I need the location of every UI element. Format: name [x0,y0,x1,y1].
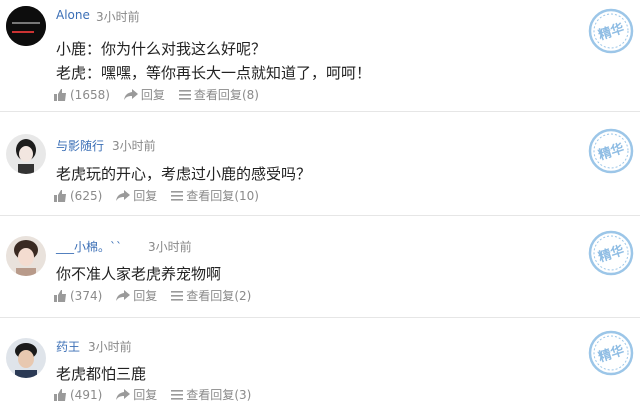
avatar-image [6,338,46,378]
share-arrow-icon [116,389,131,400]
thumbs-up-icon [54,289,66,302]
avatar-image [6,6,46,46]
username[interactable]: Alone [56,8,90,22]
comment-item: 药王 3小时前 老虎都怕三鹿 (491) 回复 查看回复 (3) 精华 [0,328,640,403]
view-replies-label: 查看回复 [186,289,235,303]
comment-actions: (374) 回复 查看回复 (2) [54,287,265,304]
thumbs-up-icon [54,388,66,401]
timestamp: 3小时前 [148,240,192,254]
comment-item: Alone 3小时前 小鹿：你为什么对我这么好呢？ 老虎：嘿嘿，等你再长大一点就… [0,0,640,112]
thumbs-up-icon [54,189,66,202]
featured-badge-icon: 精华 [588,8,634,54]
like-count: (625) [70,188,103,203]
timestamp: 3小时前 [112,139,156,153]
featured-badge-label: 精华 [596,20,626,43]
view-replies-button[interactable]: 查看回复 (2) [171,287,251,304]
share-arrow-icon [123,89,138,100]
like-count: (1658) [70,87,110,102]
reply-count: (3) [234,387,252,402]
avatar[interactable] [6,134,46,174]
view-replies-button[interactable]: 查看回复 (10) [171,187,259,204]
view-replies-label: 查看回复 [186,189,235,203]
comment-actions: (625) 回复 查看回复 (10) [54,187,273,204]
featured-badge-icon: 精华 [588,128,634,174]
reply-label: 回复 [133,189,158,203]
reply-count: (2) [234,288,252,303]
comment-text-line: 你不准人家老虎养宠物啊 [56,265,222,283]
view-replies-button[interactable]: 查看回复 (8) [178,86,259,103]
share-arrow-icon [116,190,131,201]
list-icon [171,191,184,201]
reply-button[interactable]: 回复 [116,187,157,204]
username[interactable]: 与影随行 [56,137,104,154]
comment-item: 与影随行 3小时前 老虎玩的开心，考虑过小鹿的感受吗？ (625) 回复 查看回… [0,124,640,216]
comment-text-line: 小鹿：你为什么对我这么好呢？ [56,40,267,58]
like-count: (491) [70,387,103,402]
view-replies-button[interactable]: 查看回复 (3) [171,386,251,403]
reply-button[interactable]: 回复 [116,386,157,403]
comment-text-line: 老虎玩的开心，考虑过小鹿的感受吗？ [56,165,312,183]
timestamp: 3小时前 [88,340,132,354]
featured-badge-icon: 精华 [588,330,634,376]
avatar-image [6,236,46,276]
reply-label: 回复 [140,88,165,102]
like-button[interactable]: (374) [54,289,102,303]
comment-item: ___小棉。ˋˋ 3小时前 你不准人家老虎养宠物啊 (374) 回复 查看回复 … [0,226,640,318]
reply-button[interactable]: 回复 [116,287,157,304]
reply-label: 回复 [133,388,158,402]
comment-text-line: 老虎：嘿嘿，等你再长大一点就知道了，呵呵！ [56,64,372,82]
avatar[interactable] [6,236,46,276]
like-button[interactable]: (625) [54,189,102,203]
view-replies-label: 查看回复 [186,388,235,402]
comment-text-line: 老虎都怕三鹿 [56,365,147,383]
list-icon [178,90,191,100]
reply-count: (8) [241,87,259,102]
timestamp: 3小时前 [96,10,140,24]
thumbs-up-icon [54,88,66,101]
comment-actions: (491) 回复 查看回复 (3) [54,386,265,403]
share-arrow-icon [116,290,131,301]
view-replies-label: 查看回复 [193,88,242,102]
avatar[interactable] [6,6,46,46]
featured-badge-label: 精华 [596,140,626,163]
comment-actions: (1658) 回复 查看回复 (8) [54,86,273,103]
like-button[interactable]: (1658) [54,88,110,102]
like-count: (374) [70,288,103,303]
featured-badge-label: 精华 [596,342,626,365]
like-button[interactable]: (491) [54,388,102,402]
reply-count: (10) [234,188,259,203]
username[interactable]: ___小棉。ˋˋ [56,238,122,255]
avatar[interactable] [6,338,46,378]
list-icon [171,291,184,301]
featured-badge-label: 精华 [596,242,626,265]
avatar-image [6,134,46,174]
list-icon [171,390,184,400]
username[interactable]: 药王 [56,338,80,355]
featured-badge-icon: 精华 [588,230,634,276]
reply-label: 回复 [133,289,158,303]
reply-button[interactable]: 回复 [123,86,165,103]
